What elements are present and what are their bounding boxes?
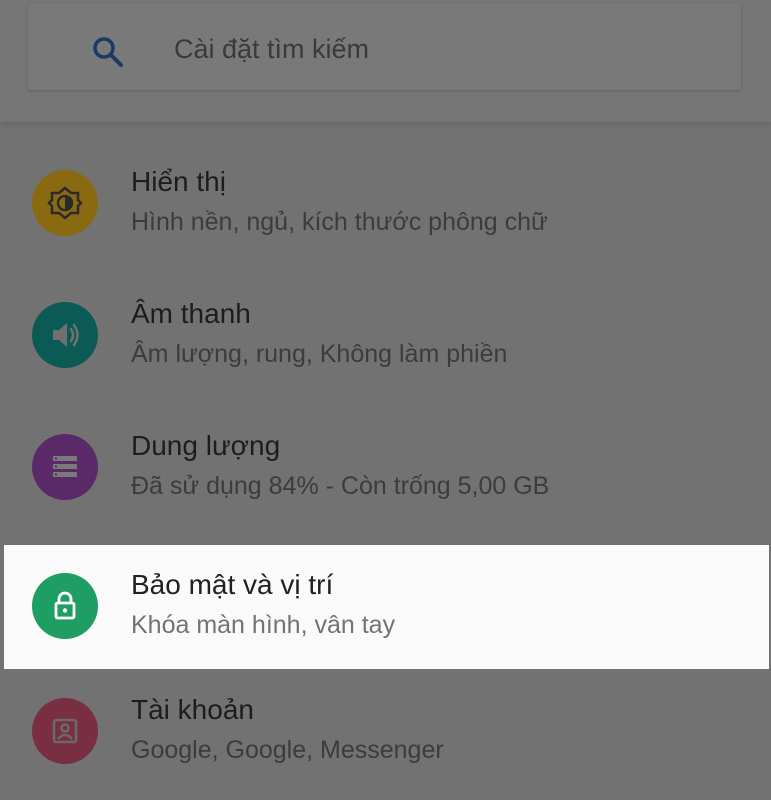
settings-item-subtitle: Đã sử dụng 84% - Còn trống 5,00 GB xyxy=(131,472,550,500)
search-placeholder[interactable]: Cài đặt tìm kiếm xyxy=(174,34,369,65)
settings-item-title: Bảo mật và vị trí xyxy=(131,569,334,600)
settings-item-title: Tài khoản xyxy=(131,694,254,725)
brightness-icon xyxy=(32,170,98,236)
settings-item-title: Âm thanh xyxy=(131,298,251,329)
search-bar[interactable]: Cài đặt tìm kiếm xyxy=(28,4,741,90)
settings-item-title: Dung lượng xyxy=(131,430,281,461)
account-icon xyxy=(32,698,98,764)
search-header: Cài đặt tìm kiếm xyxy=(0,0,771,122)
lock-icon xyxy=(32,573,98,639)
settings-item-sound[interactable]: Âm thanh Âm lượng, rung, Không làm phiền xyxy=(0,274,771,398)
settings-item-subtitle: Hình nền, ngủ, kích thước phông chữ xyxy=(131,208,548,236)
settings-item-subtitle: Âm lượng, rung, Không làm phiền xyxy=(131,340,508,368)
settings-item-title: Hiển thị xyxy=(131,166,226,197)
storage-icon xyxy=(32,434,98,500)
settings-item-accounts[interactable]: Tài khoản Google, Google, Messenger xyxy=(0,670,771,794)
settings-item-security[interactable]: Bảo mật và vị trí Khóa màn hình, vân tay xyxy=(4,545,769,669)
settings-item-subtitle: Khóa màn hình, vân tay xyxy=(131,611,396,639)
search-icon[interactable] xyxy=(88,32,128,72)
settings-item-storage[interactable]: Dung lượng Đã sử dụng 84% - Còn trống 5,… xyxy=(0,406,771,530)
settings-screen: Cài đặt tìm kiếm Hiển thị Hình nền, ngủ,… xyxy=(0,0,771,800)
settings-item-display[interactable]: Hiển thị Hình nền, ngủ, kích thước phông… xyxy=(0,142,771,266)
settings-item-subtitle: Google, Google, Messenger xyxy=(131,736,444,764)
volume-icon xyxy=(32,302,98,368)
